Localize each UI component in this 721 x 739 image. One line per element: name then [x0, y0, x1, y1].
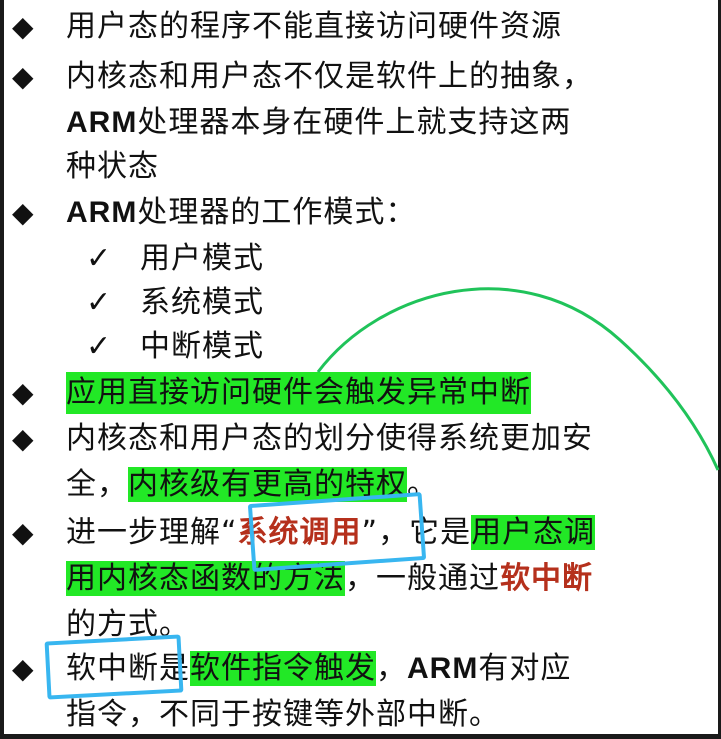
- annotation-arc-path: [316, 287, 720, 471]
- slide-content: ◆ 用户态的程序不能直接访问硬件资源 ◆ 内核态和用户态不仅是软件上的抽象， A…: [0, 0, 721, 739]
- annotation-arc: [316, 287, 720, 471]
